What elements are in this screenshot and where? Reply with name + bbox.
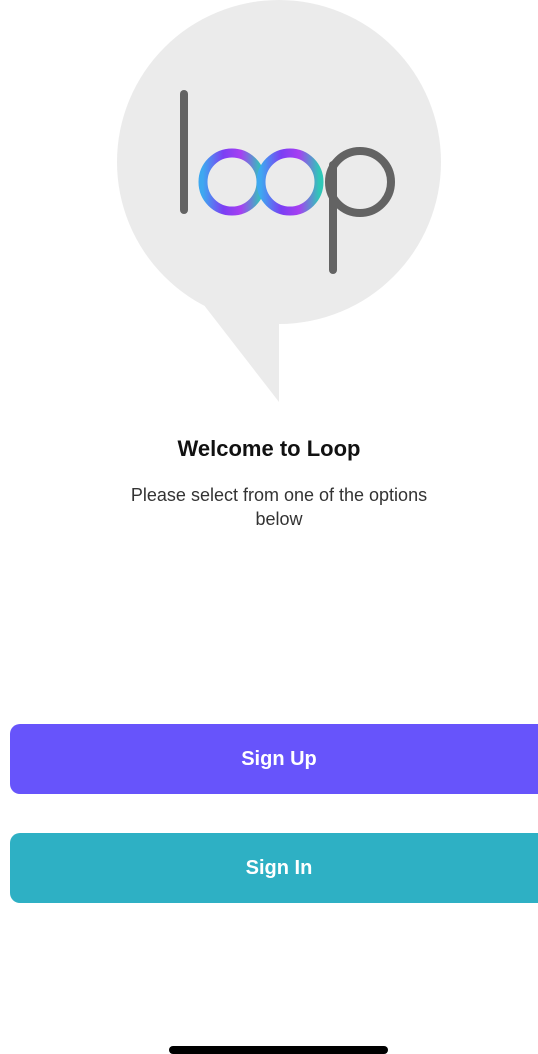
speech-bubble-body — [117, 0, 441, 324]
loop-speech-bubble-logo-icon — [117, 0, 441, 402]
welcome-title: Welcome to Loop — [177, 436, 361, 461]
sign-up-button[interactable]: Sign Up — [10, 724, 538, 794]
sign-up-label: Sign Up — [241, 747, 317, 770]
loop-logo — [0, 0, 538, 410]
sign-in-button[interactable]: Sign In — [10, 833, 538, 903]
sign-in-label: Sign In — [245, 856, 313, 879]
welcome-subtitle: Please select from one of the options be… — [130, 485, 428, 529]
speech-bubble-tail — [200, 300, 279, 402]
